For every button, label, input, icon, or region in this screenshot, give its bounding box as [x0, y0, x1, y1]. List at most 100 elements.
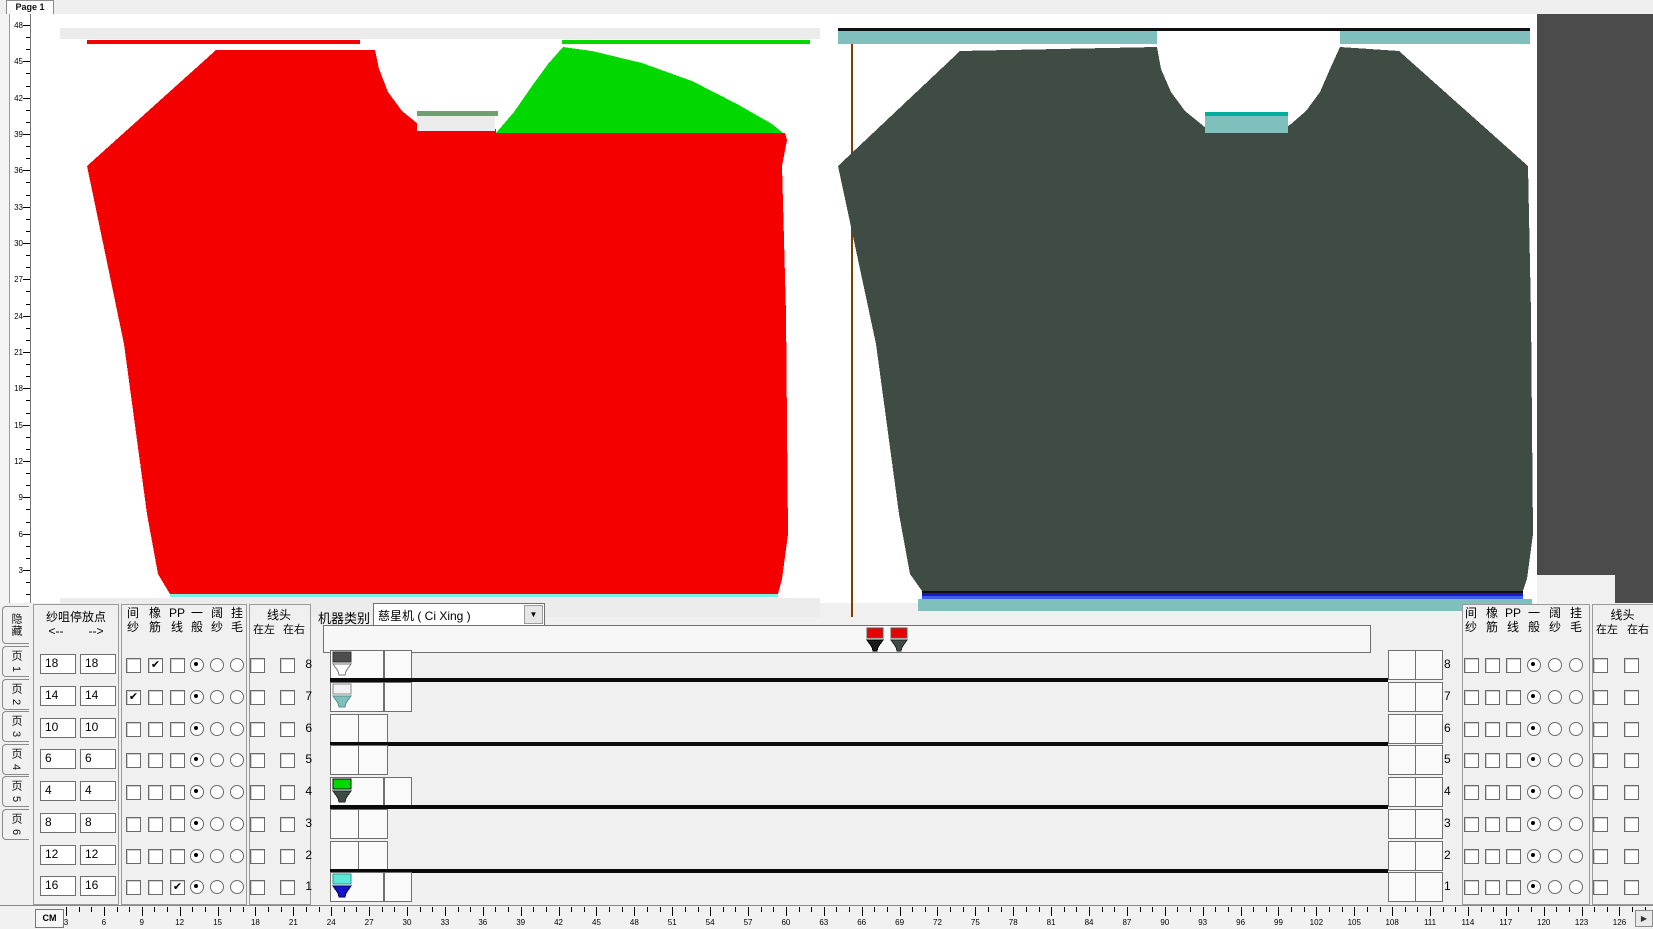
yarn-check-left-5-1[interactable] [148, 753, 163, 768]
chevron-down-icon[interactable]: ▼ [524, 605, 543, 624]
stop-point-input-right-3[interactable]: 8 [80, 813, 116, 833]
tab-page-3[interactable]: 页 3 [2, 711, 29, 742]
yarn-radio-left-7-1[interactable] [210, 690, 224, 704]
yarn-check-left-1-2[interactable]: ✔ [170, 880, 185, 895]
yarn-check-left-3-1[interactable] [148, 817, 163, 832]
yarn-radio-right-2-1[interactable] [1548, 849, 1562, 863]
thread-check-right-5-0[interactable] [1593, 753, 1608, 768]
yarn-radio-right-7-2[interactable] [1569, 690, 1583, 704]
yarn-radio-right-6-0[interactable] [1527, 722, 1541, 736]
yarn-radio-right-5-0[interactable] [1527, 753, 1541, 767]
thread-check-left-6-0[interactable] [250, 722, 265, 737]
yarn-radio-left-4-2[interactable] [230, 785, 244, 799]
thread-check-left-8-1[interactable] [280, 658, 295, 673]
tab-page-2[interactable]: 页 2 [2, 679, 29, 710]
yarn-radio-left-8-2[interactable] [230, 658, 244, 672]
stop-point-input-right-8[interactable]: 18 [80, 654, 116, 674]
thread-check-right-2-1[interactable] [1624, 849, 1639, 864]
tab-page-4[interactable]: 页 4 [2, 744, 29, 775]
yarn-radio-left-6-1[interactable] [210, 722, 224, 736]
stop-point-input-right-4[interactable]: 4 [80, 781, 116, 801]
yarn-check-right-1-1[interactable] [1485, 880, 1500, 895]
yarn-radio-left-1-2[interactable] [230, 880, 244, 894]
yarn-check-left-7-2[interactable] [170, 690, 185, 705]
yarn-check-right-1-2[interactable] [1506, 880, 1521, 895]
yarn-radio-right-1-2[interactable] [1569, 880, 1583, 894]
stop-point-input-left-4[interactable]: 4 [40, 781, 76, 801]
yarn-radio-right-8-0[interactable] [1527, 658, 1541, 672]
yarn-radio-right-2-2[interactable] [1569, 849, 1583, 863]
yarn-radio-left-7-2[interactable] [230, 690, 244, 704]
yarn-check-left-2-1[interactable] [148, 849, 163, 864]
thread-check-left-6-1[interactable] [280, 722, 295, 737]
yarn-radio-left-1-1[interactable] [210, 880, 224, 894]
yarn-radio-right-4-0[interactable] [1527, 785, 1541, 799]
grid-cell-a-3[interactable] [330, 809, 359, 839]
thread-check-left-1-0[interactable] [250, 880, 265, 895]
tab-hide[interactable]: 隐藏 [2, 606, 29, 644]
thread-check-left-8-0[interactable] [250, 658, 265, 673]
grid-end-cell-a-1[interactable] [1388, 872, 1416, 902]
yarn-check-left-5-2[interactable] [170, 753, 185, 768]
thread-check-left-4-0[interactable] [250, 785, 265, 800]
stop-point-input-left-2[interactable]: 12 [40, 845, 76, 865]
pattern-canvas[interactable] [30, 14, 1537, 603]
thread-check-right-8-1[interactable] [1624, 658, 1639, 673]
grid-cell-b-5[interactable] [358, 745, 388, 775]
stop-point-input-right-6[interactable]: 10 [80, 718, 116, 738]
yarn-check-left-8-0[interactable] [126, 658, 141, 673]
stop-point-input-right-2[interactable]: 12 [80, 845, 116, 865]
tab-page-6[interactable]: 页 6 [2, 809, 29, 840]
grid-cell-a-2[interactable] [330, 841, 359, 871]
yarn-radio-right-4-1[interactable] [1548, 785, 1562, 799]
thread-check-left-2-1[interactable] [280, 849, 295, 864]
yarn-radio-right-4-2[interactable] [1569, 785, 1583, 799]
yarn-radio-left-4-0[interactable] [190, 785, 204, 799]
thread-check-left-1-1[interactable] [280, 880, 295, 895]
thread-check-left-2-0[interactable] [250, 849, 265, 864]
yarn-check-right-8-2[interactable] [1506, 658, 1521, 673]
yarn-radio-left-7-0[interactable] [190, 690, 204, 704]
yarn-check-right-3-1[interactable] [1485, 817, 1500, 832]
yarn-radio-right-7-0[interactable] [1527, 690, 1541, 704]
yarn-check-right-5-1[interactable] [1485, 753, 1500, 768]
yarn-check-left-4-2[interactable] [170, 785, 185, 800]
grid-cell-b-2[interactable] [358, 841, 388, 871]
thread-check-right-1-0[interactable] [1593, 880, 1608, 895]
yarn-check-right-2-2[interactable] [1506, 849, 1521, 864]
yarn-radio-left-1-0[interactable] [190, 880, 204, 894]
yarn-check-left-3-0[interactable] [126, 817, 141, 832]
yarn-radio-left-4-1[interactable] [210, 785, 224, 799]
yarn-radio-right-7-1[interactable] [1548, 690, 1562, 704]
grid-end-cell-b-5[interactable] [1415, 745, 1443, 775]
grid-cell-b-7[interactable] [384, 682, 412, 712]
stop-point-input-left-6[interactable]: 10 [40, 718, 76, 738]
yarn-radio-left-8-1[interactable] [210, 658, 224, 672]
grid-end-cell-a-5[interactable] [1388, 745, 1416, 775]
yarn-radio-left-2-1[interactable] [210, 849, 224, 863]
machine-type-select[interactable]: 慈星机 ( Ci Xing ) ▼ [373, 603, 545, 626]
yarn-check-right-7-1[interactable] [1485, 690, 1500, 705]
stop-point-input-left-3[interactable]: 8 [40, 813, 76, 833]
thread-check-right-7-1[interactable] [1624, 690, 1639, 705]
yarn-check-right-4-0[interactable] [1464, 785, 1479, 800]
stop-point-input-left-5[interactable]: 6 [40, 749, 76, 769]
thread-check-right-3-1[interactable] [1624, 817, 1639, 832]
stop-point-input-right-1[interactable]: 16 [80, 876, 116, 896]
yarn-check-left-4-0[interactable] [126, 785, 141, 800]
yarn-radio-right-3-0[interactable] [1527, 817, 1541, 831]
tab-page-1[interactable]: Page 1 [6, 0, 54, 14]
thread-check-right-4-1[interactable] [1624, 785, 1639, 800]
thread-check-right-3-0[interactable] [1593, 817, 1608, 832]
tab-page-5[interactable]: 页 5 [2, 776, 29, 807]
carrier-home-strip[interactable] [323, 625, 1371, 653]
yarn-radio-right-5-2[interactable] [1569, 753, 1583, 767]
yarn-check-right-5-0[interactable] [1464, 753, 1479, 768]
grid-end-cell-b-3[interactable] [1415, 809, 1443, 839]
yarn-radio-right-3-1[interactable] [1548, 817, 1562, 831]
thread-check-right-1-1[interactable] [1624, 880, 1639, 895]
yarn-check-left-6-1[interactable] [148, 722, 163, 737]
yarn-check-left-4-1[interactable] [148, 785, 163, 800]
yarn-check-left-5-0[interactable] [126, 753, 141, 768]
grid-end-cell-a-2[interactable] [1388, 841, 1416, 871]
